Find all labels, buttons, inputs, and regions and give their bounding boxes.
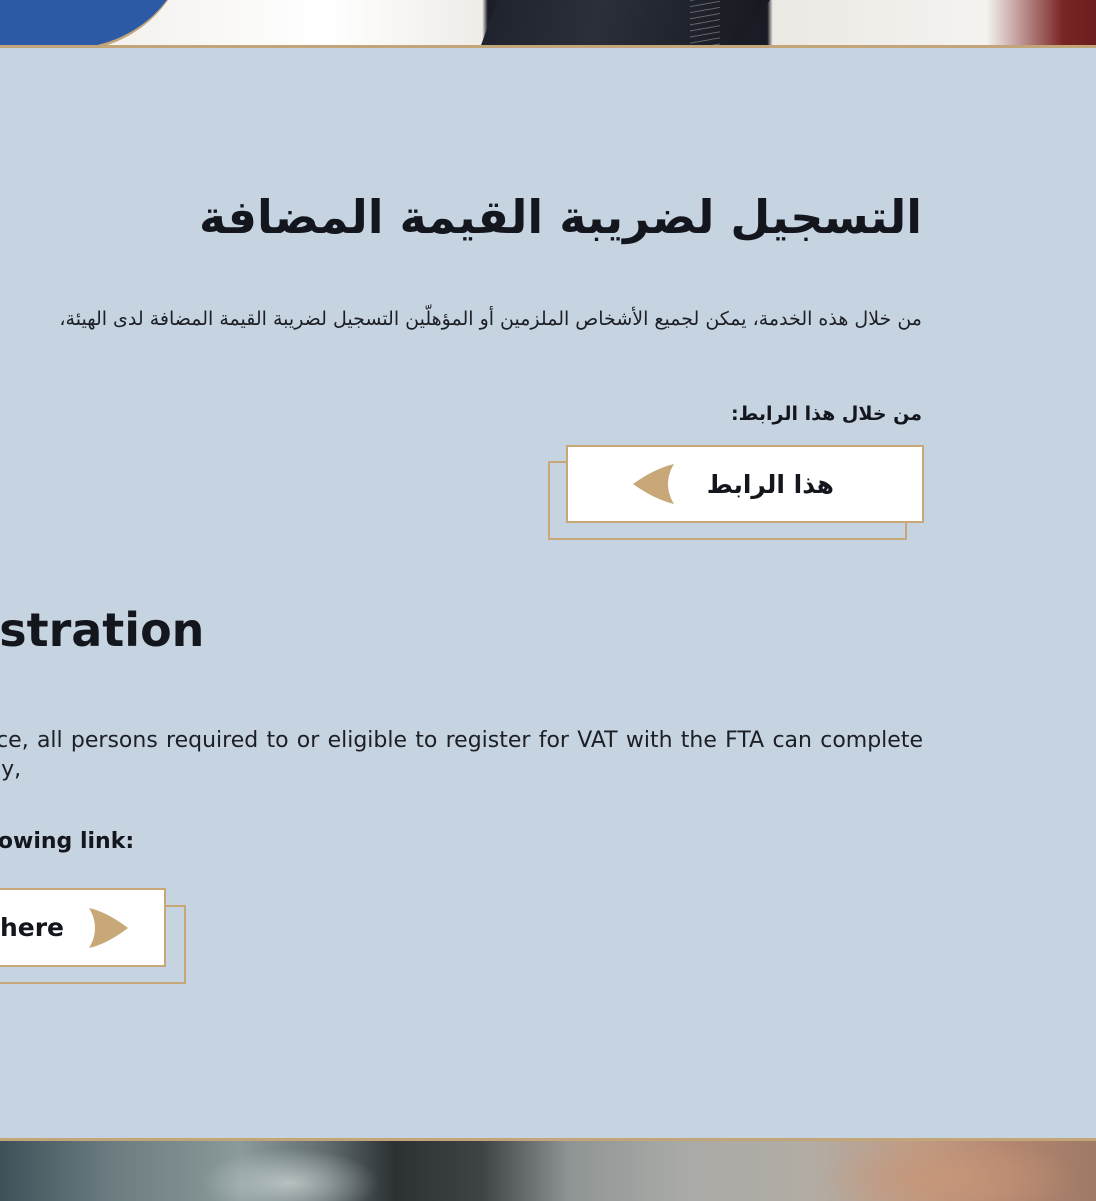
arabic-button-label: هذا الرابط <box>706 469 834 499</box>
arabic-description: من خلال هذه الخدمة، يمكن لجميع الأشخاص ا… <box>59 308 922 330</box>
banner-gold-edge <box>0 45 1096 48</box>
english-title: VAT Registration <box>0 603 205 657</box>
english-button-label: Click here <box>0 913 64 942</box>
arabic-link-button[interactable]: هذا الرابط <box>566 445 924 523</box>
arrow-right-icon <box>88 907 128 948</box>
english-link-button[interactable]: Click here <box>0 888 166 967</box>
english-description: Through this service, all persons requir… <box>0 728 923 782</box>
arabic-title: التسجيل لضريبة القيمة المضافة <box>199 190 922 244</box>
page: التسجيل لضريبة القيمة المضافة من خلال هذ… <box>0 0 1096 1201</box>
arrow-left-icon <box>632 464 675 504</box>
arabic-link-label: من خلال هذا الرابط: <box>730 403 922 425</box>
bottom-image-highlight <box>200 1148 380 1201</box>
banner-texture <box>690 0 720 48</box>
bottom-banner-gold-edge <box>0 1138 1096 1141</box>
bottom-banner-image <box>0 1138 1096 1201</box>
banner-blue-shape <box>0 0 190 48</box>
banner-figure <box>480 0 770 48</box>
bottom-image-warm-area <box>820 1138 1080 1201</box>
english-link-label: via the following link: <box>0 829 135 854</box>
top-banner-image <box>0 0 1096 48</box>
